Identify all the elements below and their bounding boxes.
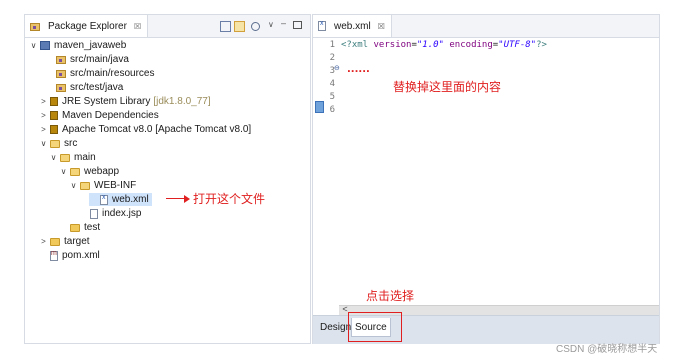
folder-icon [50,238,60,246]
tree-item[interactable]: test [59,221,100,234]
tree-item[interactable]: ∨ webapp [59,165,119,178]
tree-item-label: Apache Tomcat v8.0 [Apache Tomcat v8.0] [62,124,252,135]
tree-twisty-icon[interactable]: ∨ [39,139,48,148]
tree-item-label: main [74,152,96,163]
line-number: 3 [329,66,335,76]
pkgfolder-icon [56,70,66,78]
package-explorer-title: Package Explorer [48,20,127,32]
fold-toggle-icon[interactable]: ⊖ [334,64,340,72]
tree-item[interactable]: pom.xml [39,249,100,262]
project-tree: ∨ maven_javaweb src/main/java src/main/reso… [25,37,310,337]
tree-twisty-icon[interactable]: > [39,97,48,106]
xml-val-version: "1.0" [416,40,444,50]
tree-item-label: target [64,236,90,247]
folder-open-icon [70,168,80,176]
tree-twisty-icon[interactable]: ∨ [59,167,68,176]
annotation-arrow-head [184,195,190,203]
xml-icon [100,194,108,205]
tree-item-label: pom.xml [62,250,100,261]
close-icon[interactable]: ☒ [134,22,141,31]
minimize-icon[interactable]: – [281,18,286,28]
collapse-all-icon[interactable] [220,21,231,32]
tree-item[interactable]: src/test/java [45,81,123,94]
package-explorer-icon [30,22,40,31]
tree-item-decoration: [jdk1.8.0_77] [153,96,211,107]
tree-item-label: src/test/java [70,82,124,93]
tree-item-label: index.jsp [102,208,142,219]
code-line-1: <?xml version="1.0" encoding="UTF-8"?> [341,40,547,50]
filter-icon[interactable] [251,22,260,31]
editor-tabbar: web.xml ☒ [313,15,659,38]
lib-icon [50,97,58,106]
package-explorer-tab[interactable]: Package Explorer ☒ [25,15,149,37]
close-icon[interactable]: ☒ [378,22,385,31]
xml-attr-version: version [373,40,412,50]
annotation-replace-content: 替换掉这里面的内容 [393,80,502,94]
xml-attr-encoding: encoding [449,40,493,50]
tree-item-label: test [84,222,101,233]
package-explorer-panel: Package Explorer ☒ ∨ – ∨ maven_javawebsrc… [24,14,311,344]
tree-twisty-icon[interactable]: > [39,125,48,134]
tree-item-label: Maven Dependencies [62,110,159,121]
tree-twisty-icon[interactable]: ∨ [29,41,38,50]
annotation-dots: ...... [347,64,370,75]
tree-item-label: src/main/java [70,54,129,65]
tree-item[interactable]: src/main/java [45,53,129,66]
tree-item[interactable]: ∨ main [49,151,96,164]
folder-icon [70,224,80,232]
tree-item[interactable]: src/main/resources [45,67,154,80]
tree-item[interactable]: > Maven Dependencies [39,109,159,122]
annotation-click-select: 点击选择 [366,289,415,303]
tree-twisty-icon[interactable]: > [39,111,48,120]
editor-tab-title: web.xml [334,20,371,32]
line-number: 1 [329,40,335,50]
tree-item-label: JRE System Library [62,96,151,107]
tree-twisty-icon[interactable]: ∨ [69,181,78,190]
tree-item[interactable]: > JRE System Library [jdk1.8.0_77] [39,95,211,108]
tree-item[interactable]: web.xml [89,193,152,206]
tree-item[interactable]: > Apache Tomcat v8.0 [Apache Tomcat v8.0] [39,123,251,136]
pom-icon [50,250,58,261]
tree-item[interactable]: > target [39,235,90,248]
xml-decl-open: <?xml [341,40,374,50]
folder-open-icon [60,154,70,162]
xml-file-icon [318,20,326,31]
quick-diff-marker [315,101,324,113]
file-icon [90,208,98,219]
lib-icon [50,125,58,134]
annotation-open-file: 打开这个文件 [193,192,266,206]
maximize-icon[interactable] [293,21,302,29]
package-explorer-tabbar: Package Explorer ☒ ∨ – [25,15,310,38]
lib-icon [50,111,58,120]
link-with-editor-icon[interactable] [234,21,245,32]
tree-item-label: src [64,138,78,149]
xml-decl-close: ?> [536,40,547,50]
line-number: 4 [329,79,335,89]
tree-item[interactable]: ∨ src [39,137,78,150]
xml-val-encoding: "UTF-8" [498,40,537,50]
view-menu-icon[interactable]: ∨ [268,20,274,29]
folder-open-icon [50,140,60,148]
tree-item-label: WEB-INF [94,180,137,191]
project-icon [40,41,50,50]
tree-item-label: src/main/resources [70,68,155,79]
line-number: 2 [329,53,335,63]
annotation-highlight-box [348,312,402,342]
tree-item-label: webapp [84,166,120,177]
tree-item[interactable]: index.jsp [79,207,141,220]
pkgfolder-icon [56,84,66,92]
tree-twisty-icon[interactable]: > [39,237,48,246]
tree-item[interactable]: ∨ WEB-INF [69,179,137,192]
tree-item-label: maven_javaweb [54,40,127,51]
editor-tab-web-xml[interactable]: web.xml ☒ [313,15,392,37]
tree-item-label: web.xml [112,194,149,205]
tree-twisty-icon[interactable]: ∨ [49,153,58,162]
watermark: CSDN @破晓称想半天 [556,344,658,355]
folder-open-icon [80,182,90,190]
pkgfolder-icon [56,56,66,64]
tree-item[interactable]: ∨ maven_javaweb [29,39,127,52]
